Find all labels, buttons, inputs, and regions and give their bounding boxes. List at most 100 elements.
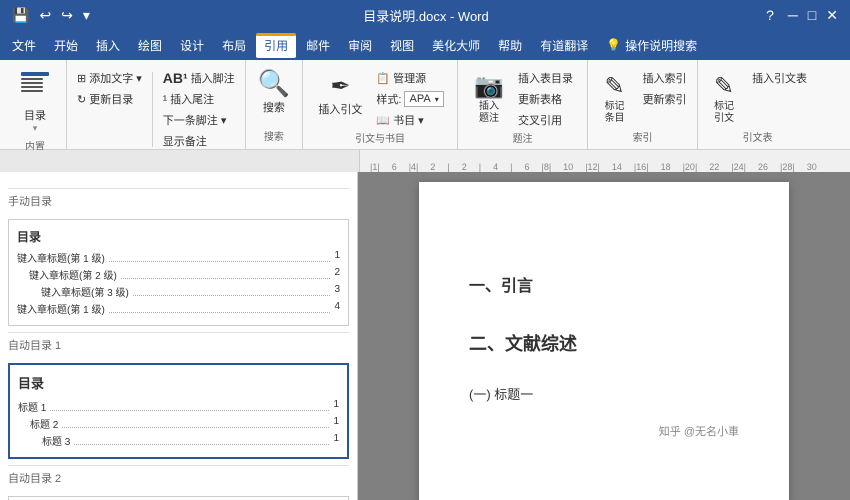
group-label-captions: 题注 (513, 130, 533, 147)
mark-entry-icon: ✎ (605, 72, 625, 101)
cross-reference-button[interactable]: 交叉引用 (514, 110, 577, 130)
insert-citation-icon: ✒ (330, 72, 350, 101)
menu-design[interactable]: 设计 (172, 33, 212, 58)
menu-view[interactable]: 视图 (382, 33, 422, 58)
document-page: 一、引言 二、文献综述 (一) 标题一 知乎 @无名小車 (419, 182, 789, 500)
ribbon-group-search: 🔍 搜索 搜索 (246, 60, 303, 149)
insert-footnote-button[interactable]: AB¹ 插入脚注 (159, 68, 239, 88)
search-lightbulb-icon: 💡 (606, 38, 621, 52)
group-label-citations: 引文与书目 (355, 130, 405, 147)
book-icon: 📖 (376, 114, 390, 127)
group-label-search: 搜索 (264, 128, 284, 145)
search-button[interactable]: 🔍 搜索 (252, 64, 296, 119)
caption-label: 插入题注 (479, 101, 499, 125)
add-text-button[interactable]: ⊞ 添加文字 ▾ (73, 68, 146, 88)
document-title: 目录说明.docx - Word (92, 6, 760, 25)
ribbon-group-captions: 📷 插入题注 插入表目录 更新表格 交叉引用 题注 (458, 60, 588, 149)
style-button[interactable]: 样式: APA ▾ (372, 89, 447, 109)
insert-table-toc-button[interactable]: 插入表目录 (514, 68, 577, 88)
insert-citation-button[interactable]: ✒ 插入引文 (312, 68, 368, 121)
update-table-button[interactable]: 更新表格 (514, 89, 577, 109)
section-label-auto2: 自动目录 2 (8, 465, 349, 490)
customize-icon[interactable]: ▾ (81, 5, 92, 26)
menu-home[interactable]: 开始 (46, 33, 86, 58)
insert-footnote-icon: AB¹ (163, 70, 188, 86)
menu-bar: 文件 开始 插入 绘图 设计 布局 引用 邮件 审阅 视图 美化大师 帮助 有道… (0, 30, 850, 60)
next-footnote-button[interactable]: 下一条脚注 ▾ (159, 110, 239, 130)
menu-translate[interactable]: 有道翻译 (532, 33, 596, 58)
toc-button[interactable]: 目录 ▾ (10, 64, 60, 138)
help-icon[interactable]: ? (760, 5, 780, 25)
insert-caption-button[interactable]: 📷 插入题注 (468, 68, 510, 129)
restore-icon[interactable]: □ (806, 5, 818, 25)
menu-draw[interactable]: 绘图 (130, 33, 170, 58)
doc-spacer2 (469, 310, 739, 330)
insert-endnote-button[interactable]: ¹ 插入尾注 (159, 89, 239, 109)
title-bar: 💾 ↩ ↪ ▾ 目录说明.docx - Word ? ─ □ ✕ (0, 0, 850, 30)
menu-beautify[interactable]: 美化大师 (424, 33, 488, 58)
doc-section1: 一、引言 (469, 272, 739, 296)
ribbon-group-citations: ✒ 插入引文 📋 管理源 样式: APA ▾ 📖 书目 ▾ 引文与书目 (303, 60, 458, 149)
toc-entry: 键入章标题(第 1 级) 1 (17, 249, 340, 266)
quick-access-toolbar: 💾 ↩ ↪ ▾ (10, 5, 92, 26)
menu-references[interactable]: 引用 (256, 33, 296, 58)
doc-spacer (469, 222, 739, 272)
doc-section2: 二、文献综述 (469, 330, 739, 356)
mark-citation-button[interactable]: ✎ 标记引文 (704, 68, 744, 129)
search-icon: 🔍 (258, 68, 290, 99)
menu-layout[interactable]: 布局 (214, 33, 254, 58)
toc-entry: 标题 1 1 (18, 398, 339, 415)
redo-icon[interactable]: ↪ (59, 5, 75, 26)
toc-entry: 标题 2 1 (18, 415, 339, 432)
group-separator (152, 72, 153, 147)
ribbon-group-index: ✎ 标记条目 插入索引 更新索引 索引 (588, 60, 698, 149)
doc-watermark: 知乎 @无名小車 (469, 423, 739, 439)
toc-dropdown-arrow: ▾ (33, 123, 38, 134)
undo-icon[interactable]: ↩ (37, 5, 53, 26)
ruler-marks: |1|6|4|2| 2|4|6 |8|10|12|14|16| 18|20|22… (360, 150, 850, 172)
window-controls: ? ─ □ ✕ (760, 5, 840, 26)
menu-file[interactable]: 文件 (4, 33, 44, 58)
manage-sources-button[interactable]: 📋 管理源 (372, 68, 447, 88)
insert-auth-table-button[interactable]: 插入引文表 (748, 68, 811, 88)
save-icon[interactable]: 💾 (10, 5, 31, 26)
show-notes-button[interactable]: 显示备注 (159, 131, 239, 151)
section-label-manual: 手动目录 (8, 188, 349, 213)
toc-card-auto1-title: 目录 (18, 373, 339, 392)
menu-mailings[interactable]: 邮件 (298, 33, 338, 58)
toc-entry: 键入章标题(第 2 级) 2 (17, 266, 340, 283)
menu-help[interactable]: 帮助 (490, 33, 530, 58)
menu-insert[interactable]: 插入 (88, 33, 128, 58)
style-selector[interactable]: APA ▾ (404, 91, 443, 107)
toc-card-manual[interactable]: 目录 键入章标题(第 1 级) 1 键入章标题(第 2 级) 2 键入章标题(第… (8, 219, 349, 326)
menu-review[interactable]: 审阅 (340, 33, 380, 58)
ruler-right: |1|6|4|2| 2|4|6 |8|10|12|14|16| 18|20|22… (360, 150, 850, 172)
toc-label: 目录 (24, 107, 46, 123)
toc-card-auto2[interactable]: 目录 标题 1 1 标题 2 1 标题 3 1 (8, 496, 349, 500)
close-icon[interactable]: ✕ (824, 5, 840, 26)
ribbon-group-footnote: ⊞ 添加文字 ▾ ↻ 更新目录 AB¹ 插入脚注 ¹ 插入尾注 (67, 60, 246, 149)
insert-citation-label: 插入引文 (318, 101, 362, 117)
toc-card-auto1[interactable]: 目录 标题 1 1 标题 2 1 标题 3 1 (8, 363, 349, 459)
update-index-button[interactable]: 更新索引 (639, 89, 691, 109)
mark-entry-label: 标记条目 (605, 101, 625, 125)
mark-entry-button[interactable]: ✎ 标记条目 (595, 68, 635, 129)
minimize-icon[interactable]: ─ (786, 5, 800, 25)
ribbon-group-toc: 目录 ▾ 内置 (4, 60, 67, 149)
ruler-left (0, 150, 360, 172)
doc-section3: (一) 标题一 (469, 384, 739, 403)
group-label-citation-table: 引文表 (743, 129, 773, 146)
group-label-index: 索引 (633, 129, 653, 146)
menu-search[interactable]: 💡 操作说明搜索 (598, 33, 705, 58)
mark-citation-label: 标记引文 (714, 101, 734, 125)
insert-index-button[interactable]: 插入索引 (639, 68, 691, 88)
section-label-auto1: 自动目录 1 (8, 332, 349, 357)
bibliography-button[interactable]: 📖 书目 ▾ (372, 110, 447, 130)
search-label: 搜索 (263, 99, 285, 115)
toc-entry: 键入章标题(第 1 级) 4 (17, 300, 340, 317)
update-toc-icon: ↻ (77, 93, 86, 106)
toc-panel: 手动目录 目录 键入章标题(第 1 级) 1 键入章标题(第 2 级) 2 键入… (0, 172, 358, 500)
ribbon: 目录 ▾ 内置 ⊞ 添加文字 ▾ ↻ 更新目录 AB¹ (0, 60, 850, 150)
add-text-icon: ⊞ (77, 72, 86, 85)
update-toc-button[interactable]: ↻ 更新目录 (73, 89, 146, 109)
